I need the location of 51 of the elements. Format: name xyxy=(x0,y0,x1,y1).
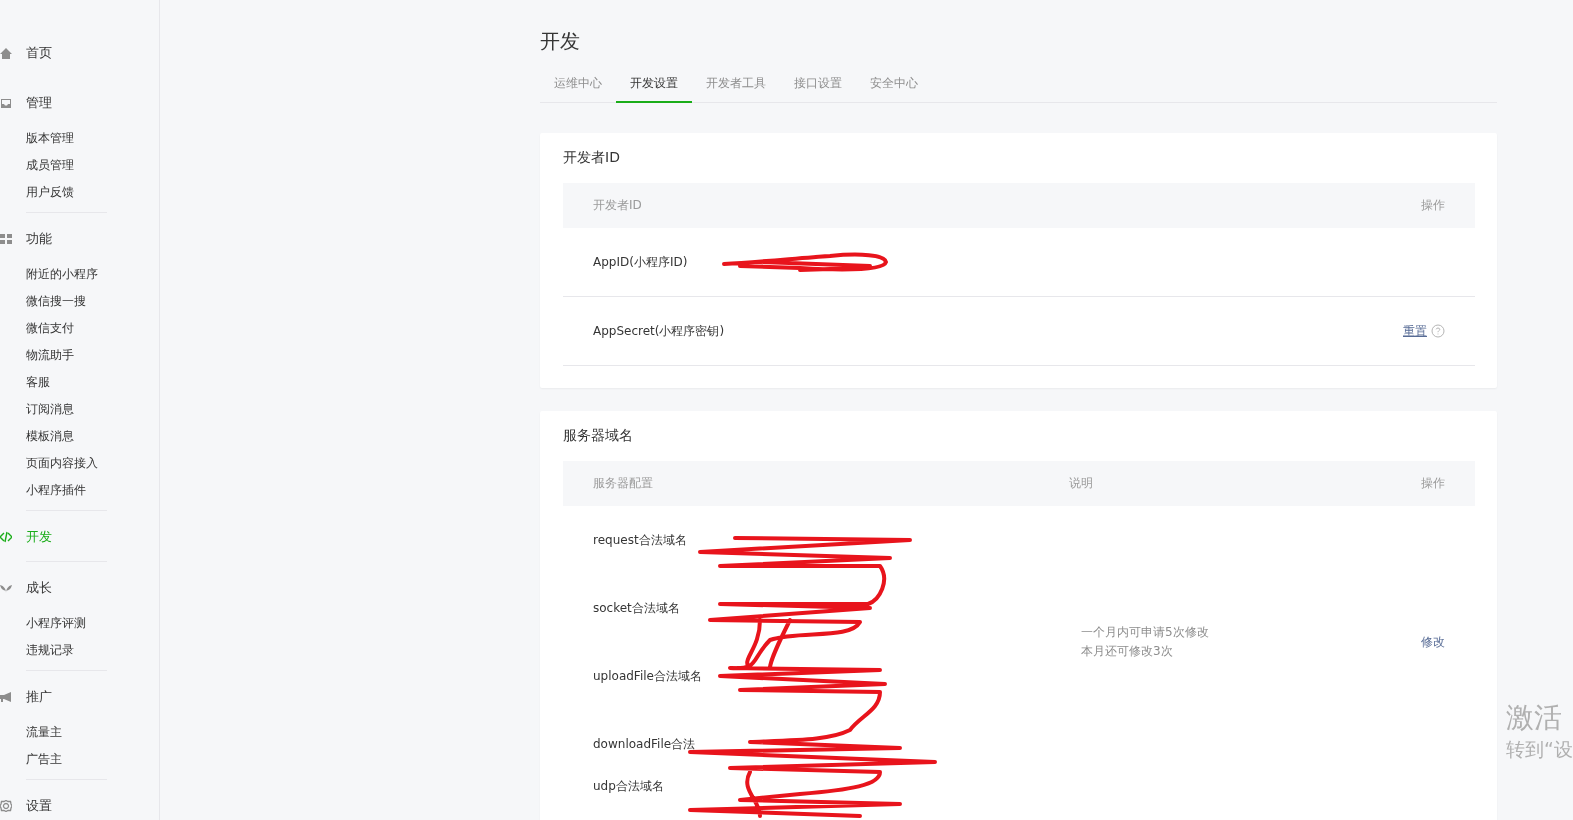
home-icon xyxy=(0,47,12,59)
section-title: 服务器域名 xyxy=(563,427,634,445)
column-header: 操作 xyxy=(1421,475,1445,492)
nav-item[interactable]: 功能 xyxy=(26,230,52,248)
nav-subitem[interactable]: 附近的小程序 xyxy=(26,261,98,288)
code-icon xyxy=(0,531,12,543)
nav-subitem[interactable]: 用户反馈 xyxy=(26,179,74,206)
nav-item[interactable]: 管理 xyxy=(26,94,52,112)
tab[interactable]: 开发设置 xyxy=(616,69,692,103)
nav-subitem[interactable]: 物流助手 xyxy=(26,342,74,369)
nav-item[interactable]: 首页 xyxy=(26,44,52,62)
nav-subitem[interactable]: 页面内容接入 xyxy=(26,450,98,477)
nav-subitem[interactable]: 模板消息 xyxy=(26,423,74,450)
nav-item[interactable]: 推广 xyxy=(26,688,52,706)
nav-subitem[interactable]: 微信支付 xyxy=(26,315,74,342)
table-cell: AppSecret(小程序密钥) xyxy=(593,322,725,340)
note-text: 一个月内可申请5次修改 xyxy=(1081,624,1209,641)
nav-subitem[interactable]: 小程序评测 xyxy=(26,610,86,637)
table-cell: AppID(小程序ID) xyxy=(593,253,688,271)
table-cell: downloadFile合法 xyxy=(593,735,696,753)
nav-subitem[interactable]: 违规记录 xyxy=(26,637,74,664)
section-title: 开发者ID xyxy=(563,149,621,167)
note-text: 本月还可修改3次 xyxy=(1081,643,1173,660)
activation-notice: 激活 xyxy=(1506,700,1563,736)
edit-link[interactable]: 修改 xyxy=(1421,633,1445,651)
column-header: 服务器配置 xyxy=(593,475,653,492)
nav-subitem[interactable]: 版本管理 xyxy=(26,125,74,152)
activation-notice: 转到“设 xyxy=(1506,737,1573,762)
table-cell: socket合法域名 xyxy=(593,599,680,617)
tray-icon xyxy=(0,97,12,109)
nav-subitem[interactable]: 小程序插件 xyxy=(26,477,86,504)
nav-subitem[interactable]: 客服 xyxy=(26,369,50,396)
reset-link[interactable]: 重置 xyxy=(1403,322,1427,340)
page-title: 开发 xyxy=(540,28,581,55)
nav-subitem[interactable]: 订阅消息 xyxy=(26,396,74,423)
nav-subitem[interactable]: 流量主 xyxy=(26,719,62,746)
column-header: 开发者ID xyxy=(593,197,642,214)
nav-subitem[interactable]: 微信搜一搜 xyxy=(26,288,86,315)
nav-subitem[interactable]: 成员管理 xyxy=(26,152,74,179)
nav-item[interactable]: 设置 xyxy=(26,797,52,815)
nav-subitem[interactable]: 广告主 xyxy=(26,746,62,773)
column-header: 说明 xyxy=(1069,475,1093,492)
table-cell: udp合法域名 xyxy=(593,778,664,795)
settings-icon xyxy=(0,800,12,812)
column-header: 操作 xyxy=(1421,197,1445,214)
grid-icon xyxy=(0,233,12,245)
nav-item[interactable]: 成长 xyxy=(26,579,52,597)
table-cell: request合法域名 xyxy=(593,531,687,549)
table-cell: uploadFile合法域名 xyxy=(593,667,702,685)
megaphone-icon xyxy=(0,691,12,703)
help-icon[interactable] xyxy=(1431,324,1445,338)
